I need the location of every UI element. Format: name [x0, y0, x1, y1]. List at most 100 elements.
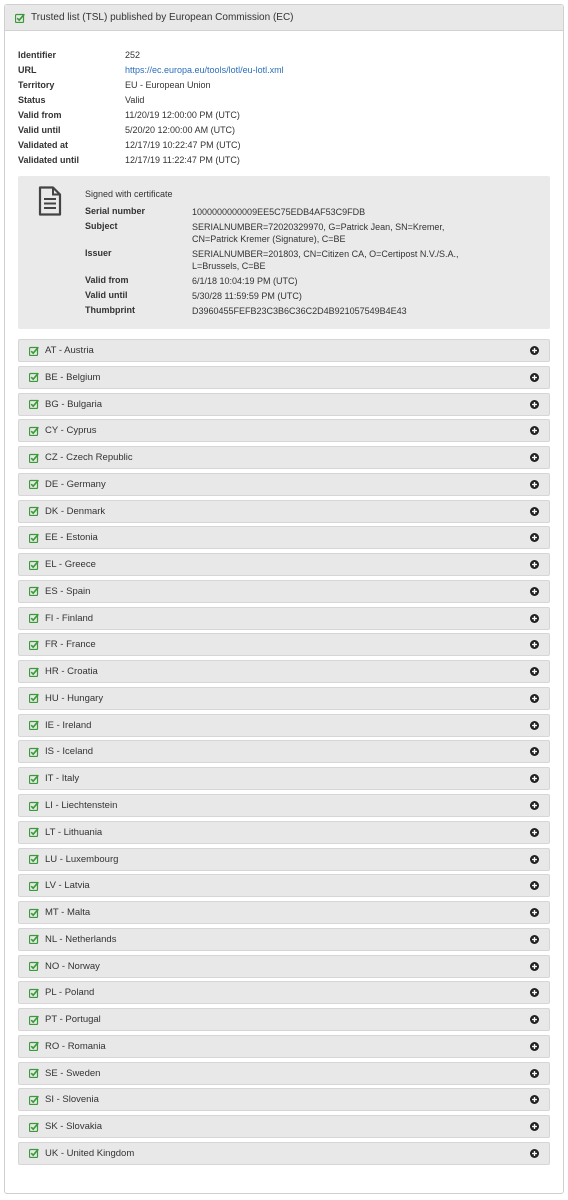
- cert-value: D3960455FEFB23C3B6C36C2D4B921057549B4E43: [192, 305, 407, 316]
- country-item[interactable]: ES - Spain: [18, 579, 550, 603]
- detail-label: Valid until: [18, 124, 61, 135]
- plus-circle-icon[interactable]: [530, 1122, 539, 1132]
- cert-value: 5/30/28 11:59:59 PM (UTC): [192, 290, 302, 301]
- country-label: CY - Cyprus: [45, 425, 97, 437]
- detail-row: Validated until 12/17/19 11:22:47 PM (UT…: [18, 152, 284, 167]
- country-item[interactable]: CZ - Czech Republic: [18, 446, 550, 470]
- country-item[interactable]: FI - Finland: [18, 606, 550, 630]
- country-item[interactable]: SE - Sweden: [18, 1061, 550, 1085]
- plus-circle-icon[interactable]: [530, 801, 539, 811]
- country-label: MT - Malta: [45, 907, 91, 919]
- plus-circle-icon[interactable]: [530, 586, 539, 596]
- country-item[interactable]: LU - Luxembourg: [18, 847, 550, 871]
- country-list: AT - Austria BE - Belgium BG - Bulgaria CY …: [18, 339, 550, 1169]
- check-square-icon: [29, 506, 39, 517]
- country-item[interactable]: EL - Greece: [18, 553, 550, 577]
- check-square-icon: [29, 908, 39, 918]
- country-label: HR - Croatia: [45, 666, 98, 678]
- country-item[interactable]: NL - Netherlands: [18, 927, 550, 951]
- plus-circle-icon[interactable]: [530, 908, 539, 918]
- country-item[interactable]: UK - United Kingdom: [18, 1141, 550, 1165]
- plus-circle-icon[interactable]: [530, 720, 539, 730]
- country-label: RO - Romania: [45, 1040, 106, 1052]
- country-item[interactable]: CY - Cyprus: [18, 419, 550, 443]
- plus-circle-icon[interactable]: [530, 1095, 539, 1105]
- plus-circle-icon[interactable]: [530, 747, 539, 757]
- country-label: SI - Slovenia: [45, 1094, 99, 1106]
- country-item[interactable]: NO - Norway: [18, 954, 550, 978]
- cert-label: Thumbprint: [85, 305, 135, 315]
- plus-circle-icon[interactable]: [530, 560, 539, 570]
- check-square-icon: [29, 586, 39, 597]
- plus-circle-icon[interactable]: [530, 399, 539, 409]
- plus-circle-icon[interactable]: [530, 1041, 539, 1051]
- country-item[interactable]: EE - Estonia: [18, 526, 550, 550]
- plus-circle-icon[interactable]: [530, 854, 539, 864]
- plus-circle-icon[interactable]: [530, 372, 539, 382]
- country-item[interactable]: SK - Slovakia: [18, 1115, 550, 1139]
- plus-circle-icon[interactable]: [530, 1148, 539, 1158]
- country-item[interactable]: HU - Hungary: [18, 686, 550, 710]
- country-label: CZ - Czech Republic: [45, 452, 133, 464]
- country-label: EL - Greece: [45, 559, 96, 571]
- plus-circle-icon[interactable]: [530, 506, 539, 516]
- url-link[interactable]: https://ec.europa.eu/tools/lotl/eu-lotl.…: [125, 65, 284, 75]
- plus-circle-icon[interactable]: [530, 453, 539, 463]
- country-item[interactable]: PT - Portugal: [18, 1008, 550, 1032]
- country-item[interactable]: MT - Malta: [18, 901, 550, 925]
- plus-circle-icon[interactable]: [530, 693, 539, 703]
- plus-circle-icon[interactable]: [530, 961, 539, 971]
- country-label: LV - Latvia: [45, 880, 90, 892]
- country-item[interactable]: LT - Lithuania: [18, 820, 550, 844]
- plus-circle-icon[interactable]: [530, 1068, 539, 1078]
- country-item[interactable]: LI - Liechtenstein: [18, 794, 550, 818]
- plus-circle-icon[interactable]: [530, 613, 539, 623]
- country-item[interactable]: DK - Denmark: [18, 499, 550, 523]
- cert-label: Valid from: [85, 275, 129, 285]
- country-label: NL - Netherlands: [45, 933, 117, 945]
- country-item[interactable]: IS - Iceland: [18, 740, 550, 764]
- country-label: IT - Italy: [45, 773, 80, 785]
- country-item[interactable]: SI - Slovenia: [18, 1088, 550, 1112]
- panel-header[interactable]: Trusted list (TSL) published by European…: [5, 5, 563, 31]
- check-square-icon: [29, 560, 39, 570]
- country-item[interactable]: DE - Germany: [18, 472, 550, 496]
- cert-row: Valid until 5/30/28 11:59:59 PM (UTC): [85, 288, 492, 303]
- plus-circle-icon[interactable]: [530, 988, 539, 998]
- cert-label: Subject: [85, 221, 118, 231]
- country-item[interactable]: IE - Ireland: [18, 713, 550, 737]
- country-item[interactable]: AT - Austria: [18, 339, 550, 362]
- detail-value: 12/17/19 11:22:47 PM (UTC): [125, 154, 240, 165]
- country-item[interactable]: BG - Bulgaria: [18, 392, 550, 416]
- detail-row: URL https://ec.europa.eu/tools/lotl/eu-l…: [18, 62, 284, 77]
- plus-circle-icon[interactable]: [530, 479, 539, 489]
- country-item[interactable]: IT - Italy: [18, 767, 550, 791]
- country-item[interactable]: RO - Romania: [18, 1034, 550, 1058]
- plus-circle-icon[interactable]: [530, 426, 539, 436]
- country-item[interactable]: PL - Poland: [18, 981, 550, 1005]
- plus-circle-icon[interactable]: [530, 827, 539, 837]
- detail-label: Territory: [18, 79, 55, 90]
- plus-circle-icon[interactable]: [530, 667, 539, 677]
- cert-value: SERIALNUMBER=201803, CN=Citizen CA, O=Ce…: [192, 248, 459, 271]
- check-square-icon: [29, 720, 39, 731]
- check-square-icon: [29, 693, 39, 704]
- plus-circle-icon[interactable]: [530, 934, 539, 944]
- plus-circle-icon[interactable]: [530, 774, 539, 784]
- plus-circle-icon[interactable]: [530, 881, 539, 891]
- plus-circle-icon[interactable]: [530, 346, 539, 355]
- detail-row: Territory EU - European Union: [18, 77, 284, 92]
- country-item[interactable]: HR - Croatia: [18, 660, 550, 684]
- plus-circle-icon[interactable]: [530, 533, 539, 543]
- country-item[interactable]: FR - France: [18, 633, 550, 657]
- country-item[interactable]: BE - Belgium: [18, 365, 550, 389]
- certificate-box: Signed with certificate Serial number 10…: [18, 176, 550, 329]
- plus-circle-icon[interactable]: [530, 640, 539, 650]
- cert-value: SERIALNUMBER=72020329970, G=Patrick Jean…: [192, 221, 445, 244]
- country-item[interactable]: LV - Latvia: [18, 874, 550, 898]
- detail-row: Identifier 252: [18, 47, 284, 62]
- certificate-heading: Signed with certificate: [85, 189, 173, 199]
- country-label: LI - Liechtenstein: [45, 800, 118, 812]
- plus-circle-icon[interactable]: [530, 1015, 539, 1025]
- detail-label: Identifier: [18, 49, 57, 60]
